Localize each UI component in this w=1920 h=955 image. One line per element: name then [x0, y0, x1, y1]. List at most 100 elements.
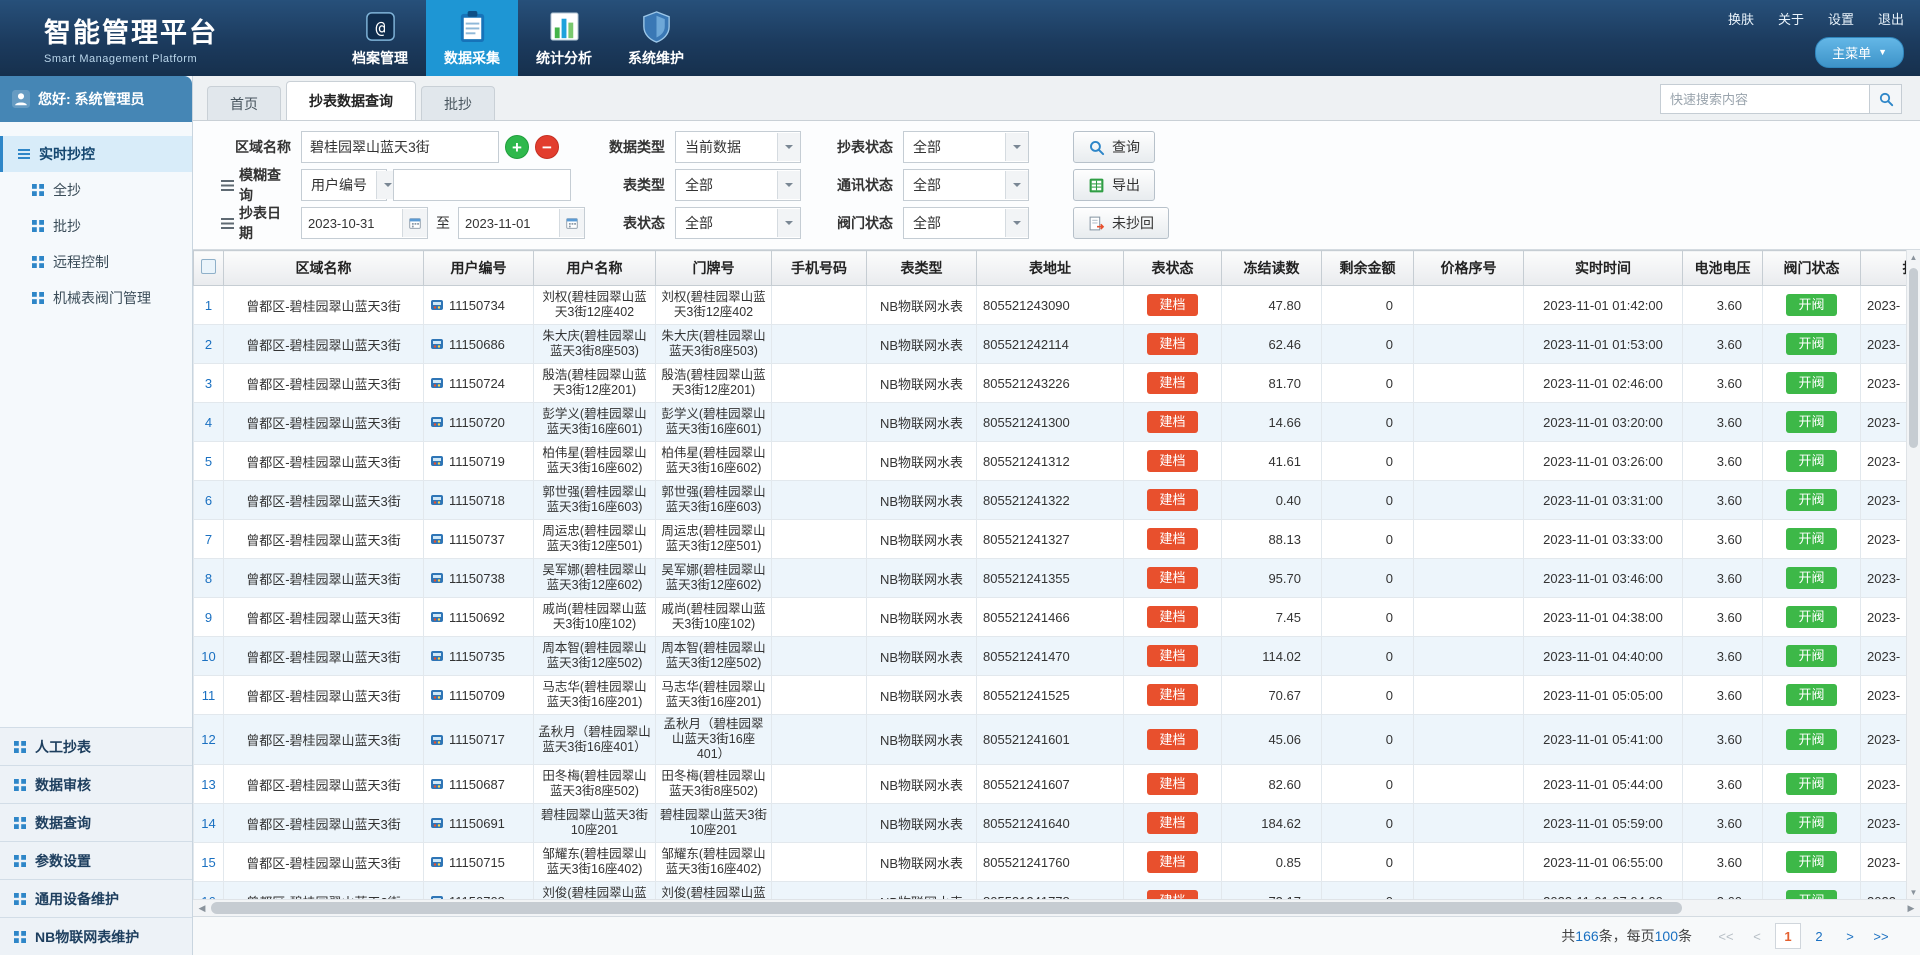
cell-realtime: 2023-11-01 05:05:00	[1524, 676, 1683, 715]
unread-button[interactable]: 未抄回	[1073, 207, 1169, 239]
horizontal-scrollbar[interactable]: ◀ ▶	[193, 899, 1920, 916]
meter-type-select[interactable]: 全部	[675, 169, 801, 201]
sidebar-item-data-query[interactable]: 数据查询	[0, 803, 192, 841]
nav-item-maintenance[interactable]: 系统维护	[610, 0, 702, 76]
area-name-input[interactable]	[301, 131, 499, 163]
cell-valve: 开阀	[1763, 403, 1861, 442]
col-header-realtime[interactable]: 实时时间	[1524, 251, 1683, 286]
tab-home[interactable]: 首页	[207, 86, 281, 120]
col-header-price_no[interactable]: 价格序号	[1414, 251, 1524, 286]
sidebar-item-manual-reading[interactable]: 人工抄表	[0, 727, 192, 765]
date-from-input[interactable]	[302, 210, 402, 236]
sidebar-item-nb-meter-maintenance[interactable]: NB物联网表维护	[0, 917, 192, 955]
pager-next-page[interactable]: >	[1837, 923, 1863, 949]
nav-item-data-collect[interactable]: 数据采集	[426, 0, 518, 76]
col-header-user_no[interactable]: 用户编号	[424, 251, 534, 286]
table-row[interactable]: 12曾都区-碧桂园翠山蓝天3街11150717孟秋月（碧桂园翠山蓝天3街16座4…	[194, 715, 1907, 765]
sidebar-item-data-review[interactable]: 数据审核	[0, 765, 192, 803]
grid-icon	[14, 893, 26, 905]
remove-area-button[interactable]: −	[535, 135, 559, 159]
nav-item-stats[interactable]: 统计分析	[518, 0, 610, 76]
search-input[interactable]	[1660, 84, 1870, 114]
sidebar-item-batch-reading[interactable]: 批抄	[0, 208, 192, 244]
col-header-phone[interactable]: 手机号码	[772, 251, 867, 286]
table-row[interactable]: 1曾都区-碧桂园翠山蓝天3街11150734刘权(碧桂园翠山蓝天3街12座402…	[194, 286, 1907, 325]
valve-status-select[interactable]: 全部	[903, 207, 1029, 239]
date-to-calendar-button[interactable]	[559, 209, 584, 237]
sidebar-item-mech-valve-mgmt[interactable]: 机械表阀门管理	[0, 280, 192, 316]
col-header-voltage[interactable]: 电池电压	[1683, 251, 1763, 286]
read-status-select[interactable]: 全部	[903, 131, 1029, 163]
col-header-area[interactable]: 区域名称	[224, 251, 424, 286]
sidebar-item-device-maintenance[interactable]: 通用设备维护	[0, 879, 192, 917]
add-area-button[interactable]: +	[505, 135, 529, 159]
table-row[interactable]: 2曾都区-碧桂园翠山蓝天3街11150686朱大庆(碧桂园翠山蓝天3街8座503…	[194, 325, 1907, 364]
main-menu-button[interactable]: 主菜单 ▼	[1815, 37, 1904, 68]
table-row[interactable]: 5曾都区-碧桂园翠山蓝天3街11150719柏伟星(碧桂园翠山蓝天3街16座60…	[194, 442, 1907, 481]
table-row[interactable]: 11曾都区-碧桂园翠山蓝天3街11150709马志华(碧桂园翠山蓝天3街16座2…	[194, 676, 1907, 715]
col-header-door_no[interactable]: 门牌号	[656, 251, 772, 286]
table-row[interactable]: 16曾都区-碧桂园翠山蓝天3街11150708刘俊(碧桂园翠山蓝天3街16座20…	[194, 882, 1907, 900]
date-to-input[interactable]	[459, 210, 559, 236]
search-button[interactable]	[1870, 84, 1902, 114]
col-header-frozen[interactable]: 冻结读数	[1222, 251, 1322, 286]
search-icon	[1088, 139, 1105, 156]
top-link-settings[interactable]: 设置	[1828, 9, 1854, 28]
select-all-header[interactable]	[194, 251, 224, 286]
col-header-meter_status[interactable]: 表状态	[1124, 251, 1222, 286]
col-header-balance[interactable]: 剩余金额	[1322, 251, 1414, 286]
fuzzy-query-input[interactable]	[393, 169, 571, 201]
sidebar-item-label: 全抄	[53, 180, 81, 200]
nav-item-archive[interactable]: @档案管理	[334, 0, 426, 76]
data-type-select[interactable]: 当前数据	[675, 131, 801, 163]
scroll-up-arrow[interactable]: ▲	[1910, 250, 1918, 264]
date-from-calendar-button[interactable]	[402, 209, 427, 237]
cell-meter_addr: 805521243090	[977, 286, 1124, 325]
export-button[interactable]: 导出	[1073, 169, 1155, 201]
table-row[interactable]: 7曾都区-碧桂园翠山蓝天3街11150737周运忠(碧桂园翠山蓝天3街12座50…	[194, 520, 1907, 559]
col-header-meter_type[interactable]: 表类型	[867, 251, 977, 286]
chevron-down-icon	[1005, 133, 1028, 161]
table-row[interactable]: 10曾都区-碧桂园翠山蓝天3街11150735周本智(碧桂园翠山蓝天3街12座5…	[194, 637, 1907, 676]
table-row[interactable]: 13曾都区-碧桂园翠山蓝天3街11150687田冬梅(碧桂园翠山蓝天3街8座50…	[194, 765, 1907, 804]
scroll-left-arrow[interactable]: ◀	[193, 900, 211, 916]
col-header-user_name[interactable]: 用户名称	[534, 251, 656, 286]
row-index: 5	[194, 442, 224, 481]
cell-phone	[772, 520, 867, 559]
scroll-down-arrow[interactable]: ▼	[1910, 885, 1918, 899]
table-row[interactable]: 3曾都区-碧桂园翠山蓝天3街11150724殷浩(碧桂园翠山蓝天3街12座201…	[194, 364, 1907, 403]
sidebar-item-full-reading[interactable]: 全抄	[0, 172, 192, 208]
sidebar-item-remote-control[interactable]: 远程控制	[0, 244, 192, 280]
vertical-scroll-thumb[interactable]	[1909, 268, 1918, 448]
table-row[interactable]: 9曾都区-碧桂园翠山蓝天3街11150692戚尚(碧桂园翠山蓝天3街10座102…	[194, 598, 1907, 637]
scroll-right-arrow[interactable]: ▶	[1902, 900, 1920, 916]
tab-reading-data-query[interactable]: 抄表数据查询	[286, 81, 416, 120]
comm-status-select[interactable]: 全部	[903, 169, 1029, 201]
table-row[interactable]: 8曾都区-碧桂园翠山蓝天3街11150738吴军娜(碧桂园翠山蓝天3街12座60…	[194, 559, 1907, 598]
select-all-checkbox[interactable]	[201, 259, 216, 274]
query-button[interactable]: 查询	[1073, 131, 1155, 163]
cell-voltage: 3.60	[1683, 676, 1763, 715]
table-row[interactable]: 14曾都区-碧桂园翠山蓝天3街11150691碧桂园翠山蓝天3街10座201碧桂…	[194, 804, 1907, 843]
user-no-cell: 11150708	[430, 894, 527, 900]
col-header-meter_addr[interactable]: 表地址	[977, 251, 1124, 286]
tab-batch-reading[interactable]: 批抄	[421, 86, 495, 120]
sidebar-item-realtime-reading[interactable]: 实时抄控	[0, 136, 192, 172]
meter-status-select[interactable]: 全部	[675, 207, 801, 239]
sidebar-item-param-settings[interactable]: 参数设置	[0, 841, 192, 879]
table-row[interactable]: 6曾都区-碧桂园翠山蓝天3街11150718郭世强(碧桂园翠山蓝天3街16座60…	[194, 481, 1907, 520]
top-link-about[interactable]: 关于	[1778, 9, 1804, 28]
horizontal-scroll-track[interactable]	[211, 900, 1902, 916]
pager-last-page[interactable]: >>	[1868, 923, 1894, 949]
fuzzy-field-select[interactable]: 用户编号	[301, 169, 387, 201]
table-row[interactable]: 4曾都区-碧桂园翠山蓝天3街11150720彭学义(碧桂园翠山蓝天3街16座60…	[194, 403, 1907, 442]
top-link-skin[interactable]: 换肤	[1728, 9, 1754, 28]
top-link-logout[interactable]: 退出	[1878, 9, 1904, 28]
horizontal-scroll-thumb[interactable]	[211, 902, 1682, 914]
pager-page-1[interactable]: 1	[1775, 923, 1801, 949]
vertical-scrollbar[interactable]: ▲ ▼	[1906, 250, 1920, 899]
col-header-valve[interactable]: 阀门状态	[1763, 251, 1861, 286]
pager-page-2[interactable]: 2	[1806, 923, 1832, 949]
col-header-read_time[interactable]: 抄表时间	[1861, 251, 1907, 286]
table-row[interactable]: 15曾都区-碧桂园翠山蓝天3街11150715邹耀东(碧桂园翠山蓝天3街16座4…	[194, 843, 1907, 882]
